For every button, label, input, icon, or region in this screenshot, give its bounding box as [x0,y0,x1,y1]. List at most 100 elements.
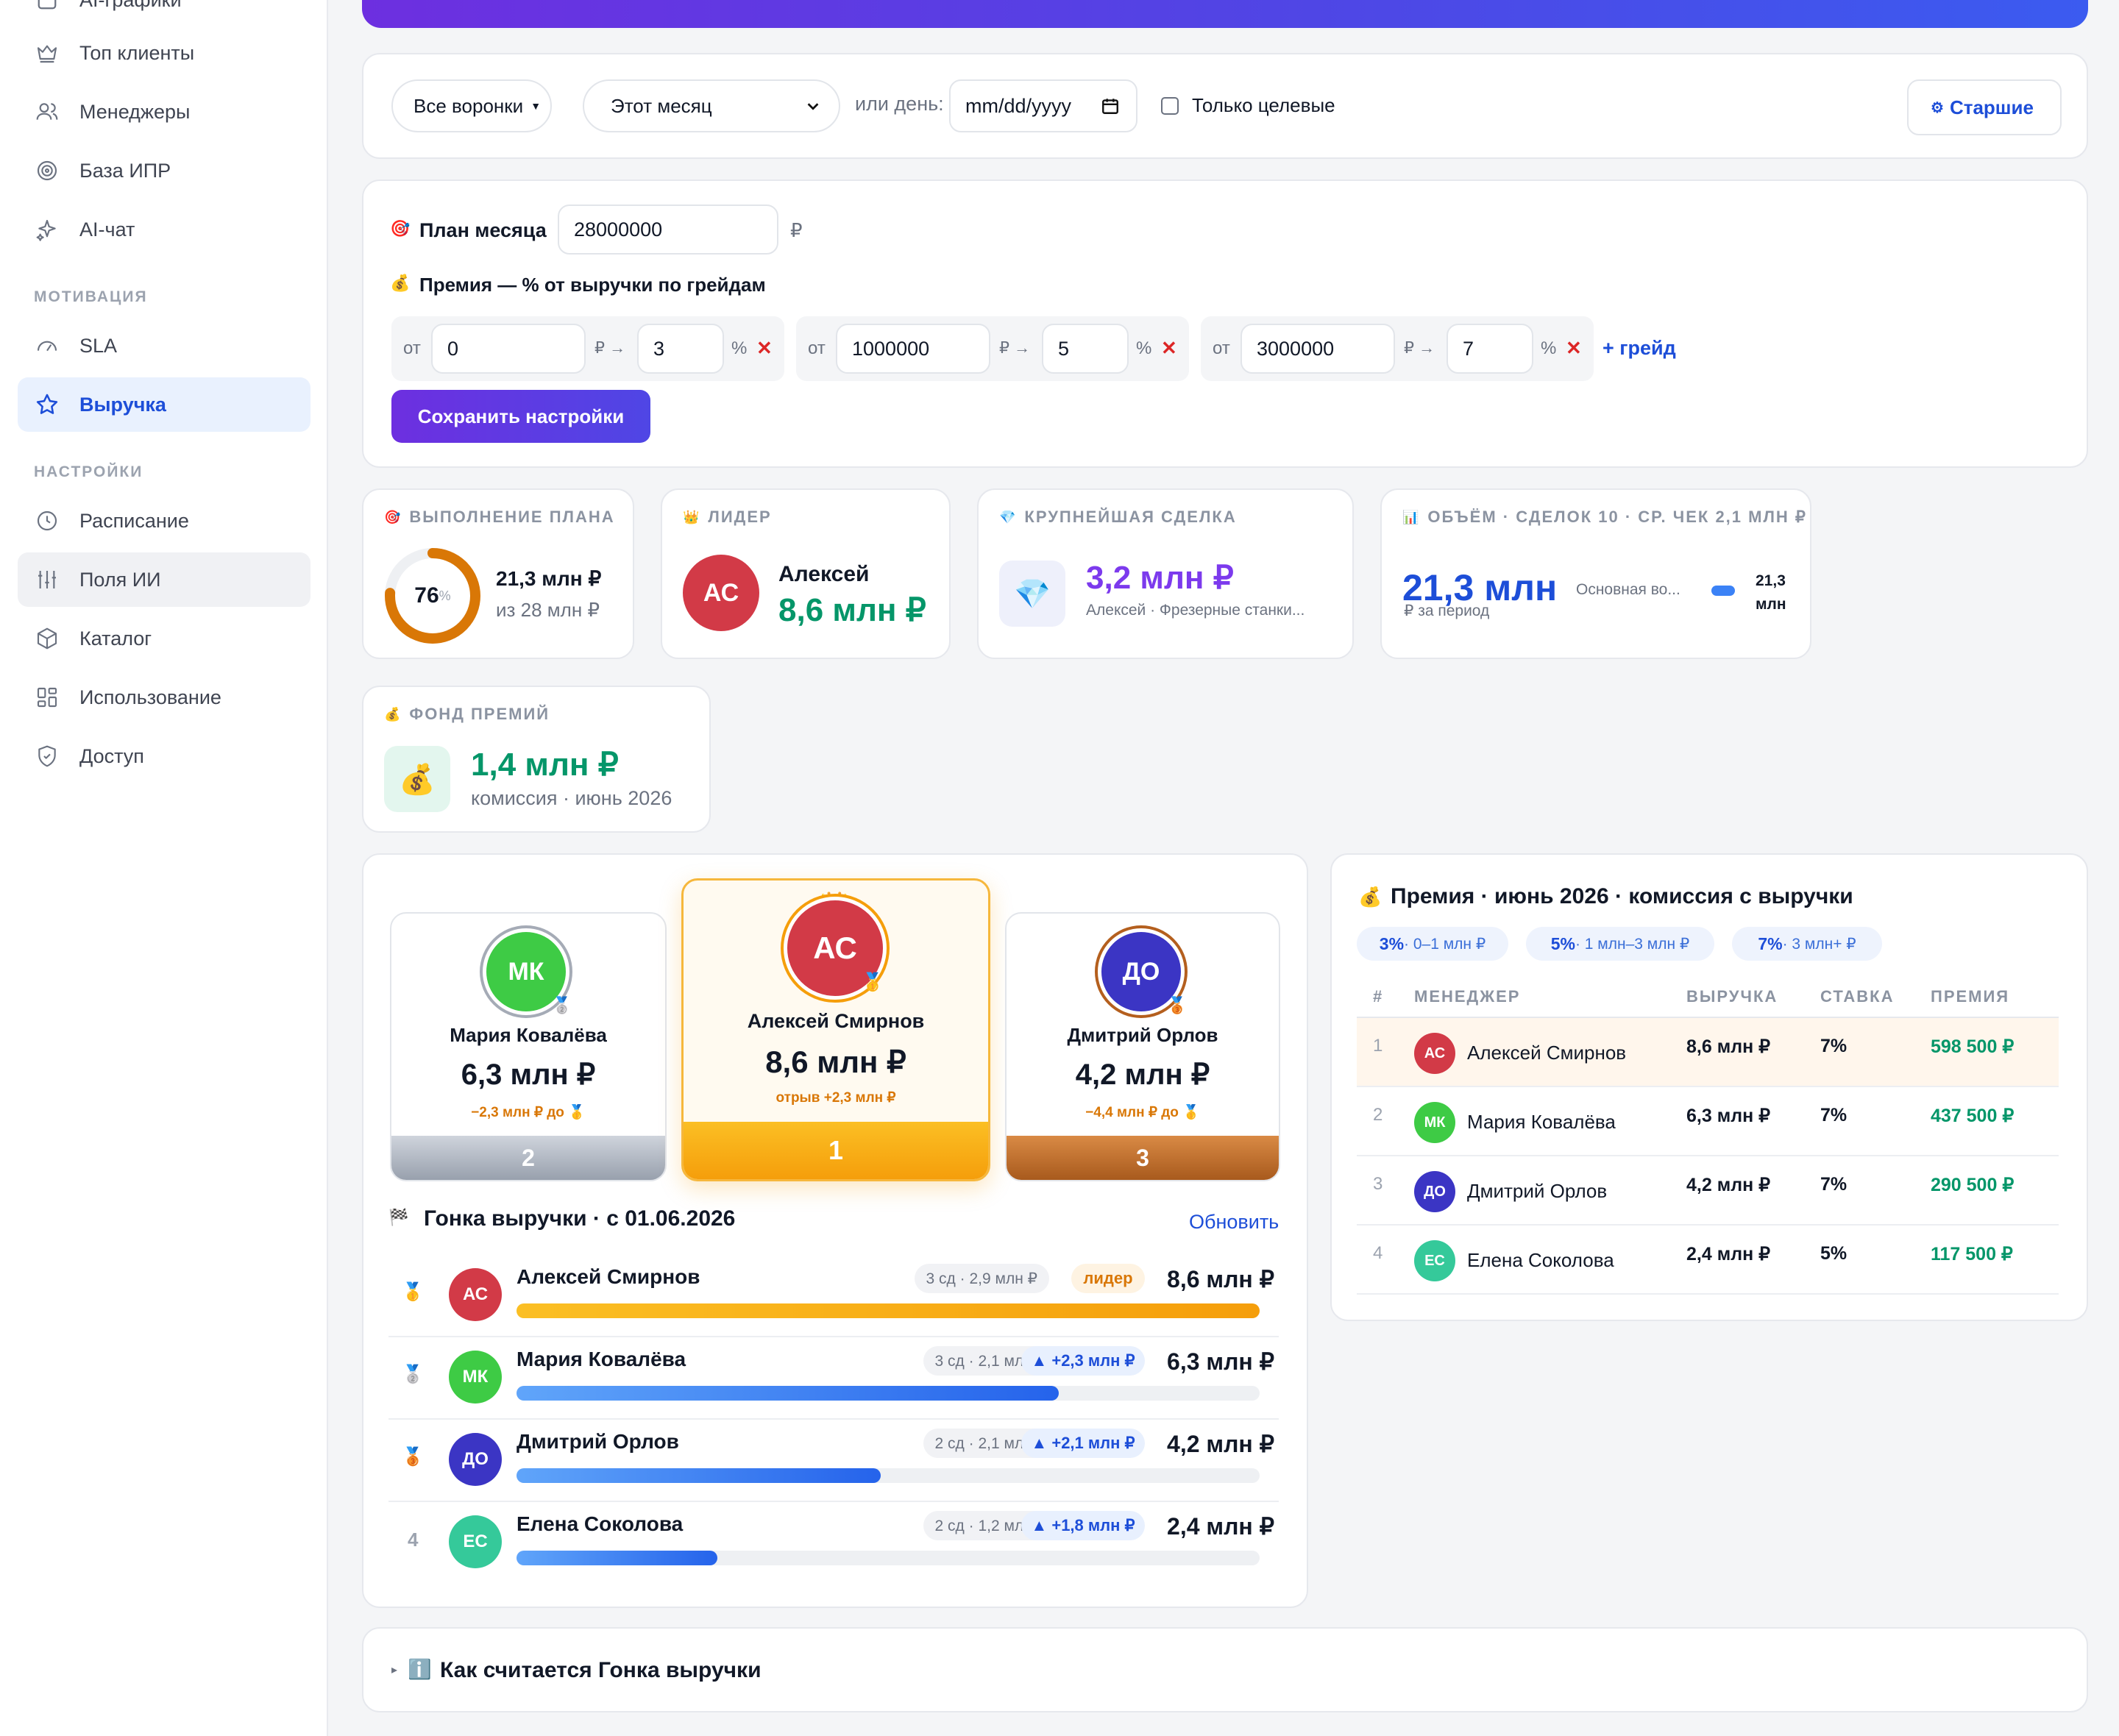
grade-rate-input[interactable]: 7 [1447,324,1533,374]
sidebar-item-revenue[interactable]: Выручка [18,377,310,432]
section-motivation: МОТИВАЦИЯ [34,288,148,305]
save-settings-button[interactable]: Сохранить настройки [391,390,650,443]
table-row[interactable]: 2 МК Мария Ковалёва 6,3 млн ₽ 7% 437 500… [1357,1087,2059,1156]
avatar: ДО [449,1433,502,1486]
sidebar-item-ai-fields[interactable]: Поля ИИ [18,552,310,607]
avatar: ЕС [1414,1240,1455,1281]
refresh-link[interactable]: Обновить [1189,1211,1279,1234]
podium-name: Дмитрий Орлов [1067,1024,1218,1046]
sidebar: AI-графики Топ клиенты Менеджеры База ИП… [0,0,328,1736]
race-deals-chip: 3 сд · 2,9 млн ₽ [914,1264,1049,1293]
sidebar-item-access[interactable]: Доступ [18,729,310,783]
volume-sub: ₽ за период [1404,602,1490,619]
race-row[interactable]: 🥈 МК Мария Ковалёва 3 сд · 2,1 млн ₽ ▲ +… [388,1337,1279,1420]
kpi-volume-label: ОБЪЁМ · СДЕЛОК 10 · СР. ЧЕК 2,1 МЛН ₽ [1427,508,1807,526]
date-input[interactable]: mm/dd/yyyy [949,79,1137,132]
sidebar-item-ai-chat[interactable]: AI-чат [18,202,310,257]
sidebar-item-sla[interactable]: SLA [18,319,310,373]
race-title: Гонка выручки · с 01.06.2026 [424,1206,736,1231]
volume-funnel-name: Основная во... [1576,581,1680,598]
funnel-dropdown-label: Все воронки [413,94,524,117]
race-name: Алексей Смирнов [517,1265,700,1288]
seniors-button[interactable]: ⚙ Старшие [1907,79,2062,135]
or-day-label: или день: [855,93,944,115]
sidebar-item-ai-charts[interactable]: AI-графики [18,0,310,21]
sidebar-item-label: База ИПР [79,159,171,182]
grade-percent: % [1136,338,1152,358]
race-row[interactable]: 🥇 АС Алексей Смирнов 3 сд · 2,9 млн ₽ ли… [388,1255,1279,1337]
row-revenue: 6,3 млн ₽ [1686,1106,1771,1126]
remove-grade-icon[interactable]: ✕ [1161,337,1177,360]
only-target-checkbox[interactable] [1161,97,1179,115]
grade-rate-input[interactable]: 5 [1042,324,1129,374]
grade-from-input[interactable]: 3000000 [1240,324,1395,374]
sidebar-item-catalog[interactable]: Каталог [18,611,310,666]
race-row[interactable]: 🥉 ДО Дмитрий Орлов 2 сд · 2,1 млн ₽ ▲ +2… [388,1420,1279,1502]
kpi-leader-label: ЛИДЕР [708,508,772,526]
table-row[interactable]: 4 ЕС Елена Соколова 2,4 млн ₽ 5% 117 500… [1357,1225,2059,1295]
sidebar-item-label: Поля ИИ [79,568,161,591]
tier-chip: 5% · 1 млн–3 млн ₽ [1526,927,1714,961]
sidebar-item-label: Выручка [79,393,166,416]
deal-sub: Алексей · Фрезерные станки... [1086,602,1305,619]
grade-percent: % [1541,338,1557,358]
kpi-fund-card: 💰 ФОНД ПРЕМИЙ 💰 1,4 млн ₽ комиссия · июнь… [362,686,711,833]
grade-from-input[interactable]: 0 [431,324,586,374]
kpi-deal-label: КРУПНЕЙШАЯ СДЕЛКА [1024,508,1237,526]
grade-row: от 3000000 ₽ → 7 % ✕ [1201,316,1594,381]
race-bar-fill [517,1551,717,1565]
grade-from-value: 3000000 [1257,337,1335,360]
remove-grade-icon[interactable]: ✕ [1566,337,1582,360]
race-bar-track [517,1468,1260,1483]
row-name: Мария Ковалёва [1467,1111,1616,1133]
table-row[interactable]: 1 АС Алексей Смирнов 8,6 млн ₽ 7% 598 50… [1357,1018,2059,1087]
period-select[interactable]: Этот месяц [583,79,840,132]
sidebar-item-label: Использование [79,686,221,708]
plan-input-value: 28000000 [574,218,663,241]
remove-grade-icon[interactable]: ✕ [756,337,773,360]
kpi-plan-card: 🎯 ВЫПОЛНЕНИЕ ПЛАНА 76% 21,3 млн ₽ из 28 м… [362,488,634,659]
volume-funnel-bar [1711,586,1735,596]
plan-percent: 76% [383,546,483,646]
podium-name: Мария Ковалёва [450,1024,607,1046]
add-grade-link[interactable]: + грейд [1602,337,1676,360]
funnel-dropdown[interactable]: Все воронки ▼ [391,79,552,132]
avatar: АС [683,555,759,631]
plan-label: План месяца [419,219,547,241]
kpi-leader-card: 👑 ЛИДЕР АС Алексей 8,6 млн ₽ [661,488,951,659]
sidebar-item-label: Менеджеры [79,100,191,123]
leader-value: 8,6 млн ₽ [778,592,926,628]
race-row[interactable]: 4 ЕС Елена Соколова 2 сд · 1,2 млн ₽ ▲ +… [388,1502,1279,1584]
seniors-button-label: Старшие [1949,96,2034,118]
grade-from-input[interactable]: 1000000 [836,324,990,374]
gem-icon: 💎 [999,509,1018,524]
tier-range: · 0–1 млн ₽ [1404,935,1486,953]
sidebar-item-managers[interactable]: Менеджеры [18,85,310,139]
sidebar-item-schedule[interactable]: Расписание [18,494,310,548]
race-badge: ▲ +1,8 млн ₽ [1021,1511,1145,1540]
grade-from-value: 1000000 [852,337,930,360]
dart-icon: 🎯 [384,509,402,524]
grid-icon [32,683,62,712]
kpi-volume-card: 📊 ОБЪЁМ · СДЕЛОК 10 · СР. ЧЕК 2,1 МЛН ₽ 2… [1380,488,1811,659]
sidebar-item-usage[interactable]: Использование [18,670,310,725]
row-revenue: 4,2 млн ₽ [1686,1175,1771,1195]
row-bonus: 598 500 ₽ [1931,1036,2015,1057]
tier-chip: 7% · 3 млн+ ₽ [1732,927,1882,961]
deal-value: 3,2 млн ₽ [1086,560,1234,596]
fund-sub: комиссия · июнь 2026 [471,787,672,809]
plan-input[interactable]: 28000000 [558,204,778,255]
row-rate: 7% [1820,1174,1848,1195]
caret-right-icon: ▸ [391,1664,398,1676]
row-num: 1 [1373,1036,1383,1056]
sparkle-icon [32,215,62,244]
howto-card[interactable]: ▸ ℹ️ Как считается Гонка выручки [362,1627,2088,1712]
sidebar-item-ipr-base[interactable]: База ИПР [18,143,310,198]
sidebar-item-top-clients[interactable]: Топ клиенты [18,26,310,80]
table-row[interactable]: 3 ДО Дмитрий Орлов 4,2 млн ₽ 7% 290 500 … [1357,1156,2059,1225]
grade-rate-input[interactable]: 3 [637,324,724,374]
race-bar-fill [517,1303,1260,1318]
plan-percent-sign: % [439,588,451,603]
grade-from-label: от [403,338,421,358]
race-name: Дмитрий Орлов [517,1430,679,1453]
